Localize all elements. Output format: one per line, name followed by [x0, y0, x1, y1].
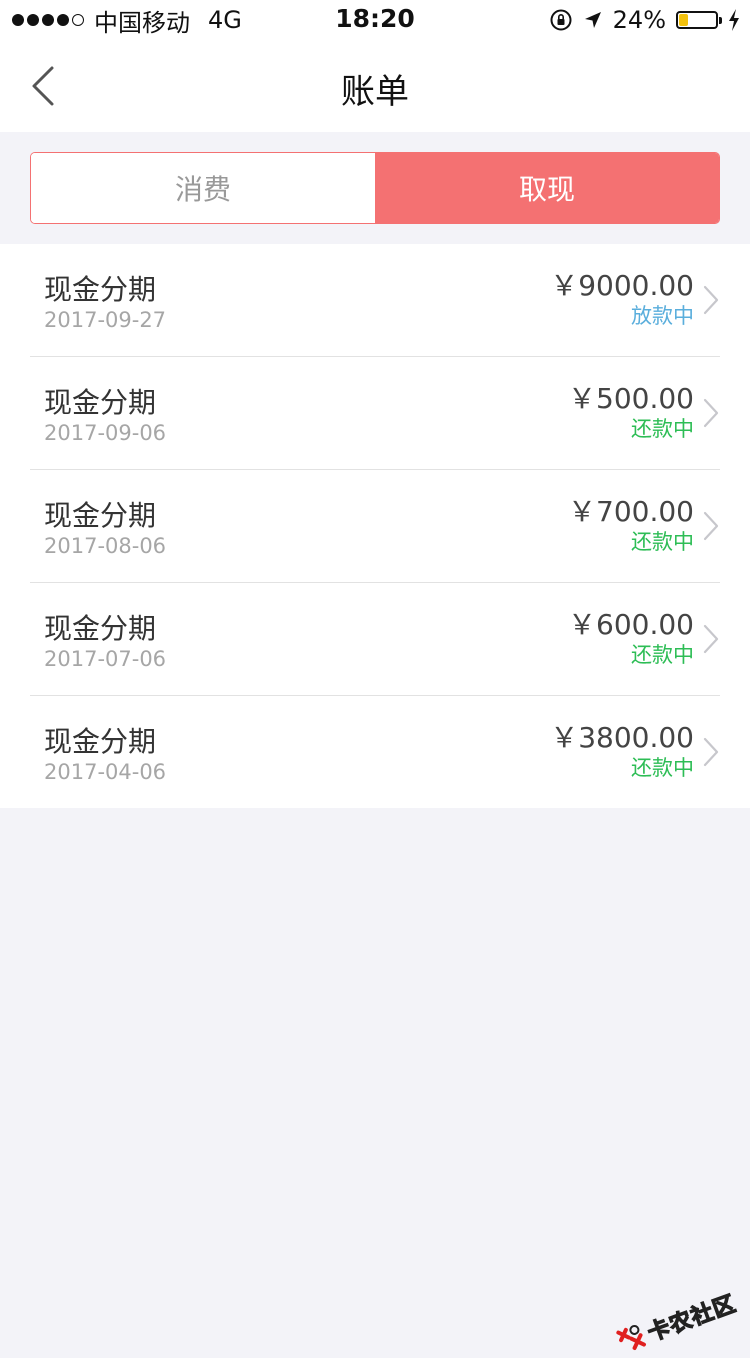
bill-date: 2017-09-06 — [44, 421, 167, 445]
bill-date: 2017-07-06 — [44, 647, 167, 671]
bill-title: 现金分期 — [44, 499, 157, 532]
bill-title: 现金分期 — [44, 725, 157, 758]
bill-date: 2017-09-27 — [44, 308, 167, 332]
bill-status: 放款中 — [631, 304, 694, 328]
bill-row[interactable]: 现金分期 2017-09-06 ￥500.00 还款中 — [30, 357, 720, 470]
bill-amount: ￥500.00 — [568, 382, 694, 415]
watermark-text: 卡农社区 — [644, 1291, 740, 1347]
battery-level — [679, 14, 688, 26]
status-bar: 中国移动 4G 18:20 24% — [0, 0, 750, 40]
bill-list: 现金分期 2017-09-27 ￥9000.00 放款中 现金分期 2017-0… — [0, 244, 750, 808]
bill-title: 现金分期 — [44, 386, 157, 419]
bill-row[interactable]: 现金分期 2017-07-06 ￥600.00 还款中 — [30, 583, 720, 696]
community-logo-icon — [616, 1324, 646, 1350]
tab-cash-withdrawal[interactable]: 取现 — [375, 153, 719, 223]
bill-row[interactable]: 现金分期 2017-08-06 ￥700.00 还款中 — [30, 470, 720, 583]
location-arrow-icon — [584, 12, 601, 28]
page-title: 账单 — [341, 72, 409, 112]
bill-status: 还款中 — [631, 417, 694, 441]
bill-amount: ￥3800.00 — [550, 721, 694, 754]
bill-title: 现金分期 — [44, 612, 157, 645]
chevron-right-icon — [703, 398, 719, 428]
bill-row[interactable]: 现金分期 2017-04-06 ￥3800.00 还款中 — [30, 696, 720, 808]
tab-consumption[interactable]: 消费 — [31, 153, 375, 223]
segment-area: 消费 取现 — [0, 132, 750, 244]
bill-amount: ￥700.00 — [568, 495, 694, 528]
chevron-right-icon — [703, 511, 719, 541]
battery-percent: 24% — [612, 6, 666, 34]
navigation-bar: 账单 — [0, 40, 750, 132]
battery-icon — [676, 11, 722, 29]
watermark: 卡农社区 — [613, 1286, 740, 1358]
status-right: 24% — [549, 6, 740, 34]
bill-status: 还款中 — [631, 643, 694, 667]
bill-amount: ￥600.00 — [568, 608, 694, 641]
bill-amount: ￥9000.00 — [550, 269, 694, 302]
chevron-right-icon — [703, 624, 719, 654]
bill-status: 还款中 — [631, 530, 694, 554]
orientation-lock-icon — [550, 9, 572, 31]
charging-bolt-icon — [729, 9, 739, 31]
chevron-right-icon — [703, 737, 719, 767]
bill-status: 还款中 — [631, 756, 694, 780]
bill-title: 现金分期 — [44, 273, 157, 306]
bill-type-segmented-control: 消费 取现 — [30, 152, 720, 224]
chevron-right-icon — [703, 285, 719, 315]
bill-date: 2017-08-06 — [44, 534, 167, 558]
bill-date: 2017-04-06 — [44, 760, 167, 784]
bill-row[interactable]: 现金分期 2017-09-27 ￥9000.00 放款中 — [30, 244, 720, 357]
